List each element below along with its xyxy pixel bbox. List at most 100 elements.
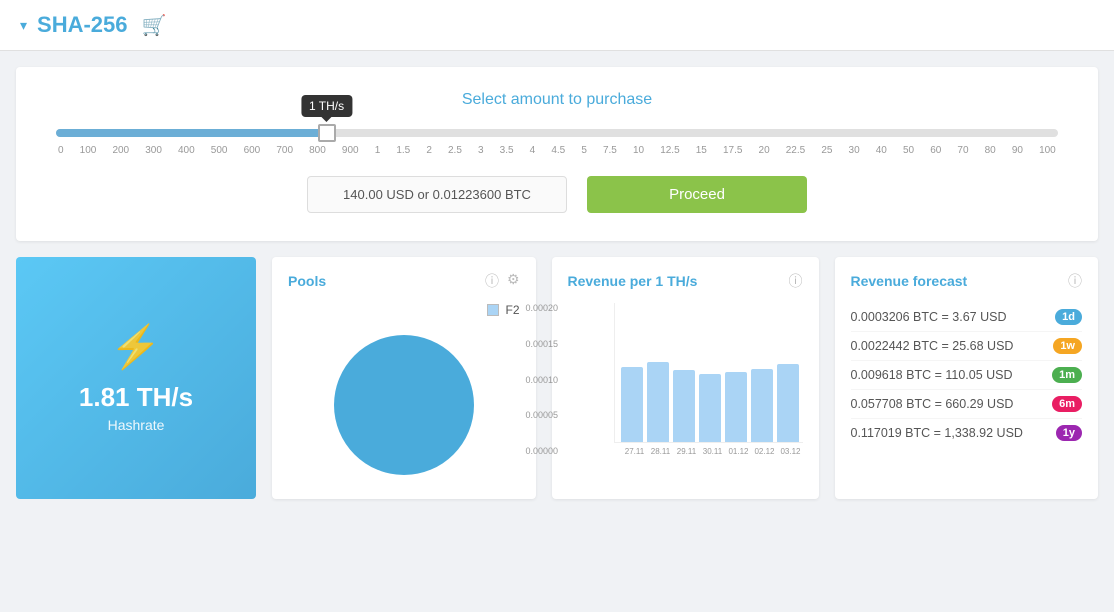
tick: 1.5 [396,145,410,156]
forecast-rows: 0.0003206 BTC = 3.67 USD 1d 0.0022442 BTC … [851,303,1083,447]
forecast-value: 0.0022442 BTC = 25.68 USD [851,339,1014,353]
pools-card-title: Pools [288,273,326,289]
tick: 700 [276,145,293,156]
bar-item [621,367,643,442]
y-label: 0.00005 [526,410,559,420]
y-label: 0.00015 [526,339,559,349]
tick: 600 [244,145,261,156]
tick: 4 [530,145,536,156]
proceed-button[interactable]: Proceed [587,176,807,213]
tick: 800 [309,145,326,156]
bar-chart-area [614,303,803,443]
price-display: 140.00 USD or 0.01223600 BTC [307,176,567,213]
slider-fill [56,129,327,137]
x-label: 29.11 [676,447,698,456]
forecast-row: 0.0022442 BTC = 25.68 USD 1w [851,332,1083,361]
period-badge: 1d [1055,309,1082,325]
slider-thumb[interactable] [318,124,336,142]
revenue-per-th-card: Revenue per 1 TH/s ⓘ 0.00020 0.00015 0.0… [552,257,819,499]
y-label: 0.00020 [526,303,559,313]
tick: 3.5 [500,145,514,156]
bar-item [777,364,799,442]
legend-box [487,304,499,316]
revenue-card-title: Revenue per 1 TH/s [568,273,698,289]
legend-label: F2 [505,303,519,317]
pools-info-icon[interactable]: ⓘ [485,271,499,291]
tick: 4.5 [551,145,565,156]
slider-card: Select amount to purchase 1 TH/s 0 100 2… [16,67,1098,241]
period-badge: 1m [1052,367,1082,383]
slider-title: Select amount to purchase [56,91,1058,109]
tick: 7.5 [603,145,617,156]
tick: 3 [478,145,484,156]
x-label: 01.12 [728,447,750,456]
pools-settings-icon[interactable]: ⚙ [507,271,520,291]
tick: 1 [375,145,381,156]
tick: 12.5 [660,145,679,156]
tick: 0 [58,145,64,156]
x-axis-labels: 27.11 28.11 29.11 30.11 01.12 02.12 03.1… [624,447,803,456]
tick: 30 [849,145,860,156]
hashrate-card: ⚡ 1.81 TH/s Hashrate [16,257,256,499]
x-label: 30.11 [702,447,724,456]
revenue-card-icons: ⓘ [789,271,803,291]
tick: 40 [876,145,887,156]
bar-item [699,374,721,442]
cart-icon[interactable]: 🛒 [142,13,167,38]
revenue-card-header: Revenue per 1 TH/s ⓘ [568,271,803,291]
tick: 80 [985,145,996,156]
tick: 100 [80,145,97,156]
forecast-row: 0.057708 BTC = 660.29 USD6m [851,390,1083,419]
y-label: 0.00000 [526,446,559,456]
pools-card-icons: ⓘ ⚙ [485,271,520,291]
tick: 10 [633,145,644,156]
header: ▾ SHA-256 🛒 [0,0,1114,51]
x-label: 03.12 [780,447,802,456]
tick: 2.5 [448,145,462,156]
forecast-card-icons: ⓘ [1068,271,1082,291]
tick: 5 [581,145,587,156]
bar-item [647,362,669,442]
cards-row: ⚡ 1.81 TH/s Hashrate Pools ⓘ ⚙ F2 [16,257,1098,499]
slider-tooltip: 1 TH/s [301,95,352,117]
hashrate-value: 1.81 TH/s [79,382,193,413]
slider-track[interactable] [56,129,1058,137]
tick: 22.5 [786,145,805,156]
y-label: 0.00010 [526,375,559,385]
pie-chart [324,325,484,485]
tick: 50 [903,145,914,156]
forecast-row: 0.0003206 BTC = 3.67 USD 1d [851,303,1083,332]
revenue-forecast-card: Revenue forecast ⓘ 0.0003206 BTC = 3.67 … [835,257,1099,499]
period-badge: 1y [1056,425,1082,441]
pie-legend: F2 [487,303,519,317]
chevron-icon: ▾ [20,17,27,34]
period-badge: 1w [1053,338,1082,354]
forecast-row: 0.009618 BTC = 110.05 USD1m [851,361,1083,390]
period-badge: 6m [1052,396,1082,412]
tick: 500 [211,145,228,156]
x-label: 02.12 [754,447,776,456]
tick: 2 [426,145,432,156]
pie-container: F2 [288,303,520,485]
tick: 200 [112,145,129,156]
forecast-info-icon[interactable]: ⓘ [1068,271,1082,291]
slider-wrapper: 1 TH/s [56,129,1058,137]
lightning-icon: ⚡ [110,323,162,372]
page-title: SHA-256 [37,12,127,38]
main-content: Select amount to purchase 1 TH/s 0 100 2… [0,51,1114,515]
pools-card-header: Pools ⓘ ⚙ [288,271,520,291]
tick: 25 [821,145,832,156]
tick: 90 [1012,145,1023,156]
forecast-value: 0.0003206 BTC = 3.67 USD [851,310,1007,324]
tick: 400 [178,145,195,156]
forecast-card-header: Revenue forecast ⓘ [851,271,1083,291]
tick: 20 [759,145,770,156]
pools-card: Pools ⓘ ⚙ F2 [272,257,536,499]
tick: 900 [342,145,359,156]
tick: 60 [930,145,941,156]
x-label: 28.11 [650,447,672,456]
revenue-info-icon[interactable]: ⓘ [789,271,803,291]
tick: 70 [957,145,968,156]
tick: 17.5 [723,145,742,156]
x-label: 27.11 [624,447,646,456]
